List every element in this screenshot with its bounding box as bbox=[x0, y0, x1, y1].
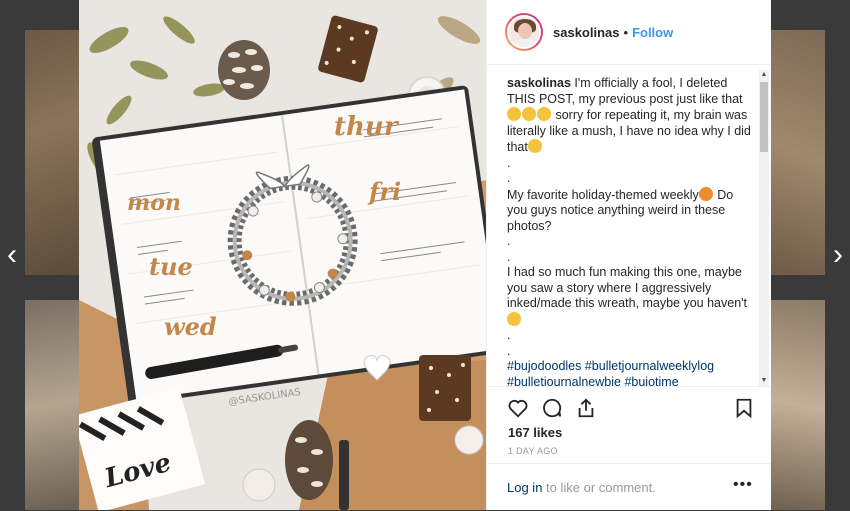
scroll-up-arrow-icon[interactable]: ▲ bbox=[760, 71, 768, 79]
background-post-right-top bbox=[770, 30, 825, 275]
day-label-fri: fri bbox=[367, 177, 401, 206]
bookmark-icon[interactable] bbox=[733, 397, 755, 419]
caption-scrollbar[interactable]: ▲ ▼ bbox=[759, 70, 769, 386]
background-post-left-top bbox=[25, 30, 80, 275]
avatar[interactable] bbox=[505, 13, 543, 51]
login-prompt: Log in to like or comment. bbox=[507, 480, 656, 495]
post-modal: mon tue wed thur fri @SASKOLINAS Love sa… bbox=[79, 0, 771, 510]
caption-line: . bbox=[507, 234, 511, 248]
confused-emoji-icon bbox=[527, 139, 542, 153]
caption-hashtags[interactable]: #bujodoodles #bulletjournalweeklylog #bu… bbox=[507, 359, 752, 386]
scroll-thumb[interactable] bbox=[760, 82, 768, 152]
grinning-sweat-emoji-icon bbox=[507, 311, 521, 326]
comment-footer: Log in to like or comment. ••• bbox=[487, 463, 771, 511]
bullet-journal-photo: mon tue wed thur fri @SASKOLINAS Love bbox=[79, 0, 486, 510]
post-header: saskolinas • Follow bbox=[487, 0, 771, 65]
post-timestamp[interactable]: 1 DAY AGO bbox=[508, 446, 558, 456]
comment-icon[interactable] bbox=[541, 397, 563, 419]
caption-line: I had so much fun making this one, maybe… bbox=[507, 265, 748, 310]
likes-count[interactable]: 167 likes bbox=[508, 425, 562, 440]
day-label-wed: wed bbox=[164, 312, 217, 341]
separator-dot: • bbox=[623, 24, 629, 40]
background-post-right-bottom bbox=[770, 300, 825, 510]
login-prompt-text: to like or comment. bbox=[542, 480, 656, 495]
caption-line: . bbox=[507, 343, 511, 358]
rofl-emoji-icon bbox=[537, 107, 551, 121]
day-label-mon: mon bbox=[127, 190, 181, 216]
day-label-tue: tue bbox=[149, 252, 193, 281]
caption-line: . bbox=[507, 155, 511, 170]
caption-line: . bbox=[507, 328, 511, 342]
login-link[interactable]: Log in bbox=[507, 480, 542, 495]
heart-eyes-emoji-icon bbox=[698, 186, 713, 201]
header-username[interactable]: saskolinas bbox=[553, 25, 620, 40]
action-bar bbox=[487, 386, 771, 427]
background-post-left-bottom bbox=[25, 300, 80, 510]
post-details-panel: saskolinas • Follow saskolinas I'm offic… bbox=[486, 0, 771, 510]
next-post-arrow-icon[interactable]: › bbox=[826, 240, 850, 270]
caption-username[interactable]: saskolinas bbox=[507, 76, 571, 90]
share-icon[interactable] bbox=[575, 397, 597, 419]
previous-post-arrow-icon[interactable]: ‹ bbox=[0, 240, 24, 270]
scroll-down-arrow-icon[interactable]: ▼ bbox=[760, 377, 768, 385]
rofl-emoji-icon bbox=[507, 107, 521, 121]
follow-button[interactable]: Follow bbox=[632, 25, 673, 40]
avatar-image bbox=[507, 15, 541, 49]
caption-line: My favorite holiday-themed weekly bbox=[507, 187, 699, 202]
caption-line: . bbox=[507, 249, 511, 264]
caption-line: . bbox=[507, 171, 511, 185]
post-photo[interactable]: mon tue wed thur fri @SASKOLINAS Love bbox=[79, 0, 486, 510]
like-heart-icon[interactable] bbox=[507, 397, 529, 419]
more-options-icon[interactable]: ••• bbox=[733, 476, 753, 494]
rofl-emoji-icon bbox=[522, 107, 536, 121]
caption: saskolinas I'm officially a fool, I dele… bbox=[507, 76, 752, 386]
day-label-thur: thur bbox=[334, 112, 400, 142]
